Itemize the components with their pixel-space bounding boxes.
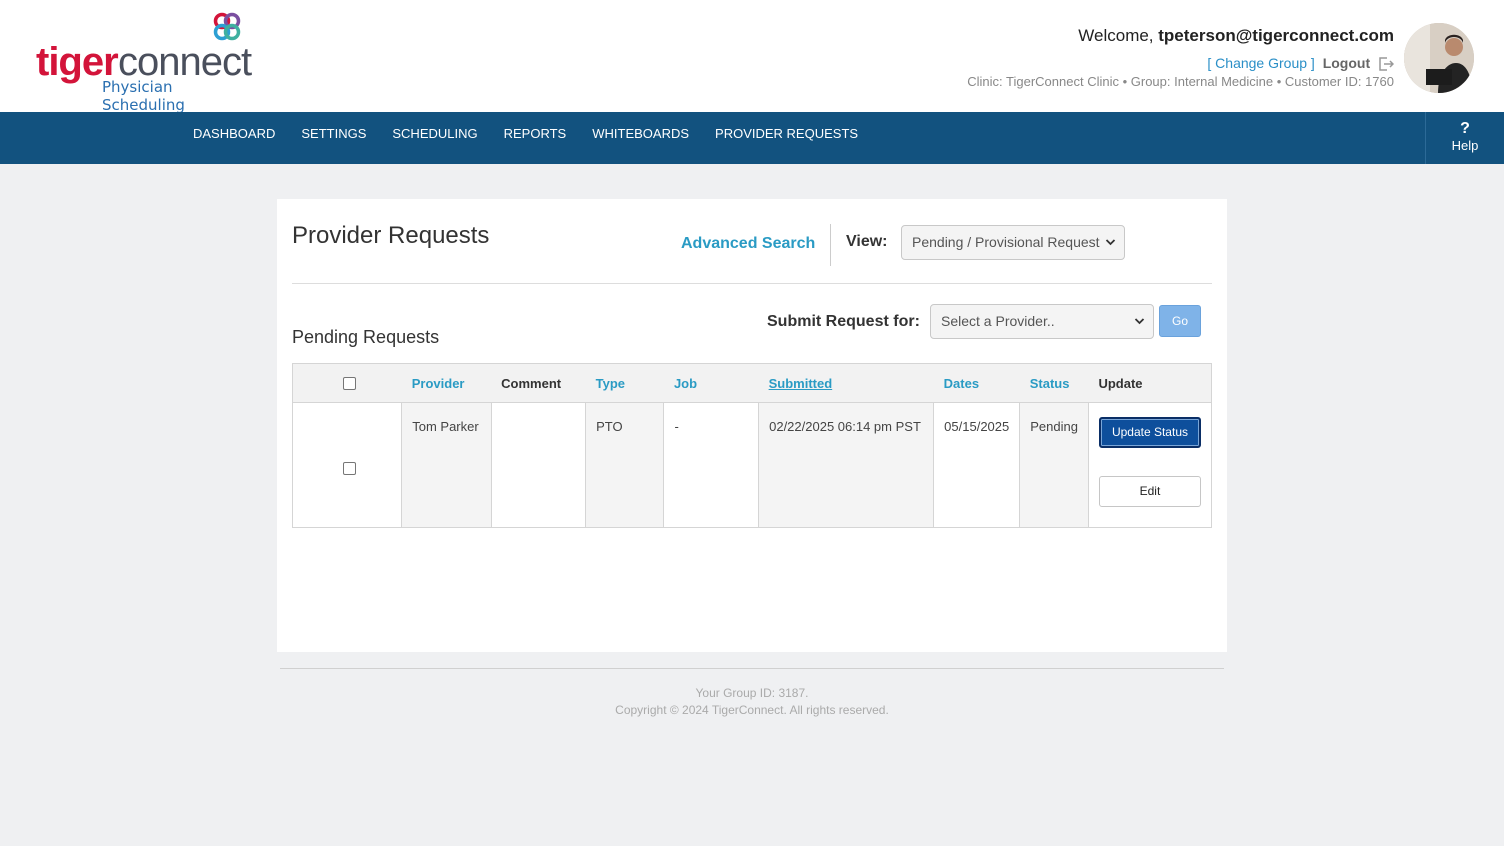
page-title: Provider Requests <box>292 222 490 249</box>
col-status[interactable]: Status <box>1019 363 1089 403</box>
logo-subtitle: Physician Scheduling <box>102 78 185 114</box>
cell-type: PTO <box>585 402 665 528</box>
cell-update: Update Status Edit <box>1087 402 1213 528</box>
cell-provider: Tom Parker <box>401 402 492 528</box>
view-select-value: Pending / Provisional Request <box>912 234 1100 250</box>
col-type[interactable]: Type <box>585 363 664 403</box>
tigerconnect-logo[interactable]: tiger connect Physician Scheduling <box>34 12 254 114</box>
requests-table: Provider Comment Type Job Submitted Date… <box>291 363 1213 528</box>
col-submitted-label[interactable]: Submitted <box>769 376 833 391</box>
footer-copyright: Copyright © 2024 TigerConnect. All right… <box>615 703 889 717</box>
col-comment: Comment <box>491 363 586 403</box>
divider <box>830 224 831 266</box>
col-dates-label[interactable]: Dates <box>944 376 979 391</box>
select-all-cell <box>291 363 402 403</box>
cell-comment <box>490 402 587 528</box>
nav-dashboard[interactable]: DASHBOARD <box>180 112 288 164</box>
chevron-down-icon <box>1105 226 1116 273</box>
update-status-button[interactable]: Update Status <box>1098 417 1201 448</box>
go-button[interactable]: Go <box>1159 305 1201 337</box>
footer-divider <box>280 668 1224 669</box>
footer: Your Group ID: 3187. Copyright © 2024 Ti… <box>280 685 1224 719</box>
main-nav: DASHBOARD SETTINGS SCHEDULING REPORTS WH… <box>0 112 1504 164</box>
user-email: tpeterson@tigerconnect.com <box>1158 26 1394 45</box>
provider-requests-panel: Provider Requests Advanced Search View: … <box>277 199 1227 652</box>
col-update: Update <box>1088 363 1213 403</box>
provider-select[interactable]: Select a Provider.. <box>930 304 1154 339</box>
logout-icon[interactable] <box>1378 57 1394 72</box>
avatar[interactable] <box>1404 23 1474 93</box>
cell-dates: 05/15/2025 <box>933 402 1021 528</box>
provider-select-placeholder: Select a Provider.. <box>941 313 1055 329</box>
edit-button[interactable]: Edit <box>1098 476 1201 507</box>
col-status-label[interactable]: Status <box>1030 376 1070 391</box>
col-job[interactable]: Job <box>663 363 759 403</box>
col-provider[interactable]: Provider <box>401 363 492 403</box>
table-row: Tom Parker PTO - 02/22/2025 06:14 pm PST… <box>291 402 1213 528</box>
view-label: View: <box>846 233 888 250</box>
nav-reports[interactable]: REPORTS <box>491 112 580 164</box>
pending-requests-title: Pending Requests <box>292 327 440 347</box>
user-info: Welcome, tpeterson@tigerconnect.com [ Ch… <box>967 26 1394 89</box>
col-job-label[interactable]: Job <box>674 376 697 391</box>
col-provider-label[interactable]: Provider <box>412 376 465 391</box>
welcome-text: Welcome, tpeterson@tigerconnect.com <box>1078 26 1394 46</box>
clinic-info: Clinic: TigerConnect Clinic • Group: Int… <box>967 74 1394 89</box>
chevron-down-icon <box>1134 305 1145 352</box>
cell-submitted: 02/22/2025 06:14 pm PST <box>758 402 935 528</box>
help-icon: ? <box>1460 120 1470 137</box>
welcome-prefix: Welcome, <box>1078 26 1159 45</box>
cell-job: - <box>663 402 760 528</box>
user-photo-icon <box>1404 23 1474 93</box>
table-header-row: Provider Comment Type Job Submitted Date… <box>291 363 1213 403</box>
footer-group-id: Your Group ID: 3187. <box>695 686 809 700</box>
logo-knot-icon <box>213 12 241 41</box>
logout-link[interactable]: Logout <box>1323 55 1370 71</box>
help-label: Help <box>1451 138 1479 153</box>
col-type-label[interactable]: Type <box>596 376 625 391</box>
select-all-checkbox[interactable] <box>343 376 356 390</box>
app-header: tiger connect Physician Scheduling Welco… <box>0 0 1504 114</box>
col-update-label: Update <box>1098 375 1143 391</box>
submit-request-label: Submit Request for: <box>767 313 920 330</box>
row-select-cell <box>291 402 403 528</box>
nav-scheduling[interactable]: SCHEDULING <box>379 112 490 164</box>
advanced-search-link[interactable]: Advanced Search <box>681 235 815 253</box>
nav-provider-requests[interactable]: PROVIDER REQUESTS <box>702 112 871 164</box>
row-checkbox[interactable] <box>343 462 356 475</box>
col-submitted[interactable]: Submitted <box>758 363 934 403</box>
change-group-link[interactable]: [ Change Group ] <box>1207 55 1314 71</box>
cell-status: Pending <box>1019 402 1089 528</box>
nav-whiteboards[interactable]: WHITEBOARDS <box>579 112 702 164</box>
nav-settings[interactable]: SETTINGS <box>288 112 379 164</box>
help-button[interactable]: ? Help <box>1425 112 1504 164</box>
divider <box>292 283 1212 284</box>
col-dates[interactable]: Dates <box>933 363 1020 403</box>
account-links: [ Change Group ] Logout <box>1207 55 1394 72</box>
col-comment-label: Comment <box>501 375 562 391</box>
view-select[interactable]: Pending / Provisional Request <box>901 225 1125 260</box>
nav-items: DASHBOARD SETTINGS SCHEDULING REPORTS WH… <box>180 112 871 164</box>
